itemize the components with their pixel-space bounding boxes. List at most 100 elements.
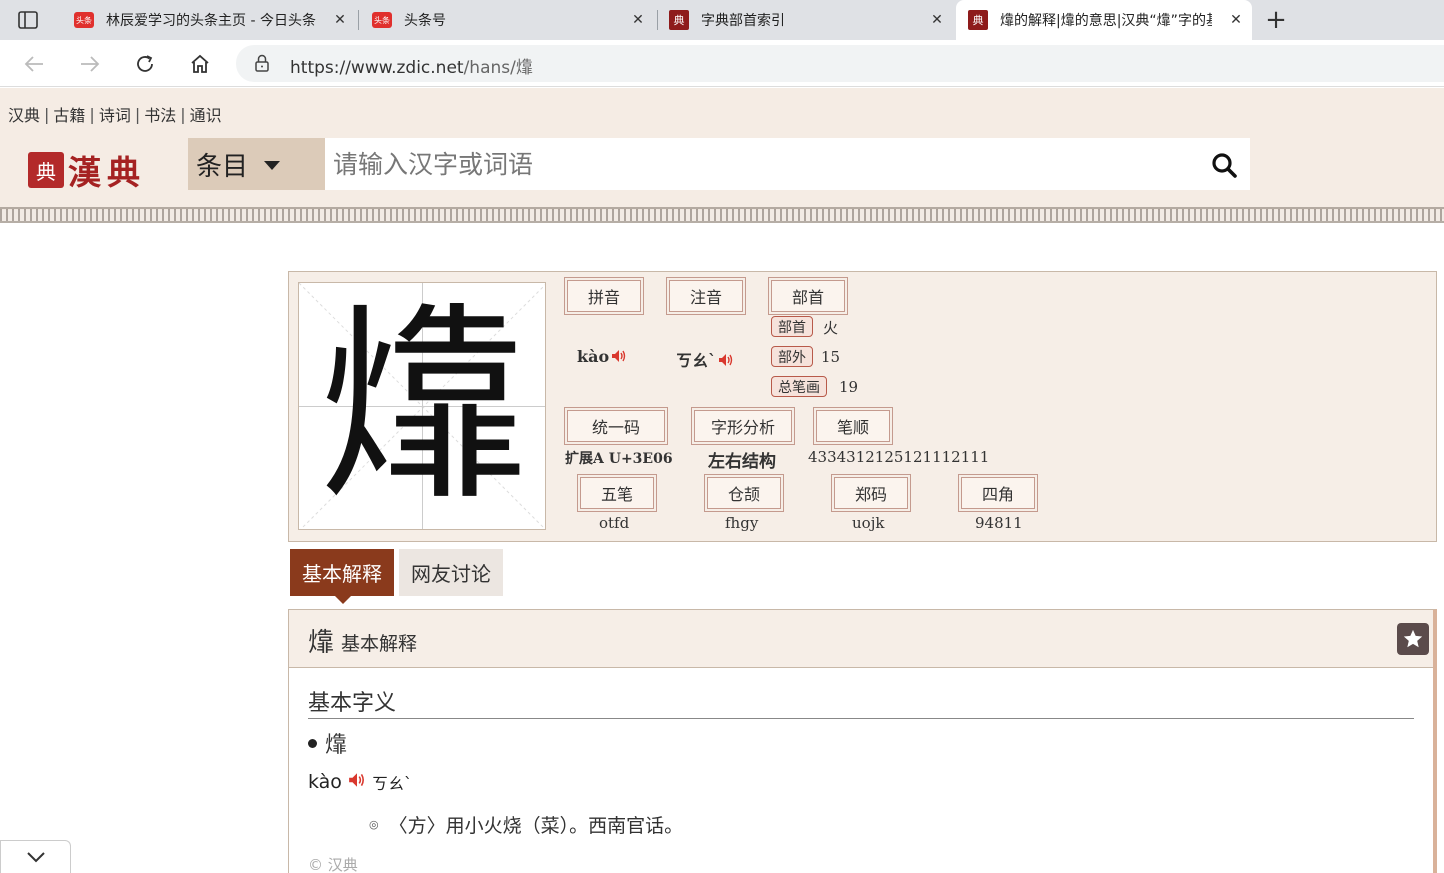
tab-title: 㸆的解释|㸆的意思|汉典“㸆”字的基本解释: [1000, 13, 1212, 29]
speaker-icon[interactable]: [718, 352, 734, 371]
star-icon: [1403, 629, 1423, 648]
copyright-text: © 汉典: [308, 856, 358, 873]
nav-link-guji[interactable]: 古籍: [53, 102, 85, 126]
browser-tab-2[interactable]: 头条 头条号 ✕: [358, 0, 654, 40]
section-divider: [308, 718, 1414, 719]
nav-link-tongshi[interactable]: 通识: [190, 102, 222, 126]
tab-close-icon[interactable]: ✕: [1228, 12, 1244, 28]
strokes-total-value: 19: [839, 378, 859, 396]
label-pinyin: 拼音: [565, 278, 643, 314]
search-icon: [1212, 153, 1237, 178]
label-radical: 部首: [769, 278, 847, 314]
zhuyin-text: ㄎㄠˋ: [676, 351, 717, 370]
radical-tag: 部首: [771, 316, 813, 337]
logo-text: 漢典: [68, 153, 146, 192]
character-display-box: 㸆: [298, 282, 546, 530]
search-type-label: 条目: [196, 151, 249, 182]
wubi-value: otfd: [599, 514, 630, 532]
url-host: https://www.zdic.net: [290, 58, 464, 78]
tab-close-icon[interactable]: ✕: [332, 12, 348, 28]
url-path: /hans/㸆: [463, 58, 533, 78]
site-logo[interactable]: 典 漢典: [28, 146, 146, 194]
meaning-text: 〈方〉用小火烧（菜）。西南官话。: [388, 815, 684, 837]
tab-title: 字典部首索引: [701, 13, 785, 29]
url-bar[interactable]: https://www.zdic.net/hans/㸆: [236, 45, 1444, 82]
label-cangjie: 仓颉: [705, 475, 783, 511]
definition-header: 㸆 基本解释: [289, 610, 1433, 668]
zhengma-value: uojk: [852, 514, 885, 532]
reload-button[interactable]: [131, 50, 159, 78]
forward-button[interactable]: [76, 50, 104, 78]
decorative-border: [0, 207, 1444, 223]
search-input[interactable]: [325, 138, 1250, 190]
caret-down-icon: [264, 161, 281, 170]
nav-link-shufa[interactable]: 书法: [144, 102, 176, 126]
browser-tab-1[interactable]: 头条 林辰爱学习的头条主页 - 今日头条 ✕: [60, 0, 356, 40]
label-sijiao: 四角: [959, 475, 1037, 511]
unicode-value: 扩展A U+3E06: [565, 451, 673, 467]
toutiao-favicon-icon: 头条: [74, 12, 94, 28]
tab-title: 林辰爱学习的头条主页 - 今日头条: [106, 13, 316, 29]
logo-seal-icon: 典: [28, 152, 64, 188]
definition-panel: 㸆 基本解释 基本字义 㸆 kào ㄎㄠˋ ◎ 〈方〉用小火烧（菜）。西南官话。…: [288, 609, 1437, 873]
top-nav-links: 汉典 | 古籍 | 诗词 | 书法 | 通识: [8, 102, 222, 126]
definition-header-char: 㸆: [308, 628, 335, 658]
section-title: 基本字义: [308, 691, 397, 716]
url-text: https://www.zdic.net/hans/㸆: [290, 53, 533, 78]
strokes-outside-value: 15: [821, 348, 841, 366]
search-button[interactable]: [1205, 146, 1243, 184]
entry-pinyin: kào: [308, 771, 342, 793]
radical-value: 火: [823, 319, 839, 337]
site-header: 汉典 | 古籍 | 诗词 | 书法 | 通识 典 漢典 条目: [0, 88, 1444, 210]
character-info-card: 㸆 拼音 注音 部首 kào ㄎㄠˋ 部首 火 部外 15 总笔画 19 统一码…: [288, 271, 1437, 542]
nav-link-handian[interactable]: 汉典: [8, 102, 40, 126]
character-glyph: 㸆: [317, 284, 528, 529]
toutiao-favicon-icon: 头条: [372, 12, 392, 28]
collapse-panel-button[interactable]: [0, 840, 71, 873]
tab-close-icon[interactable]: ✕: [630, 12, 646, 28]
label-zhuyin: 注音: [667, 278, 745, 314]
nav-link-shici[interactable]: 诗词: [99, 102, 131, 126]
tab-actions-icon[interactable]: [14, 8, 42, 32]
reload-icon: [137, 55, 153, 72]
home-icon: [191, 54, 209, 73]
browser-tab-4-active[interactable]: 典 㸆的解释|㸆的意思|汉典“㸆”字的基本解释 ✕: [956, 0, 1252, 40]
tab-discussion[interactable]: 网友讨论: [399, 549, 503, 596]
sijiao-value: 94811: [975, 514, 1023, 532]
back-arrow-icon: [24, 56, 43, 72]
favorite-button[interactable]: [1397, 623, 1429, 655]
zdic-favicon-icon: 典: [968, 10, 988, 30]
bullet-icon: [308, 738, 317, 748]
pinyin-value: kào: [577, 347, 627, 367]
label-unicode: 统一码: [565, 408, 667, 444]
tab-pointer: [335, 596, 351, 604]
chevron-down-icon: [26, 852, 45, 863]
zdic-favicon-icon: 典: [669, 10, 689, 30]
zhuyin-value: ㄎㄠˋ: [676, 347, 734, 371]
structure-value: 左右结构: [708, 452, 776, 472]
entry-char: 㸆: [325, 733, 348, 758]
home-button[interactable]: [186, 50, 214, 78]
lock-icon[interactable]: [254, 54, 270, 76]
search-type-dropdown[interactable]: 条目: [188, 138, 325, 190]
tab-basic-explanation[interactable]: 基本解释: [290, 549, 394, 604]
stroke-order-value: 4334312125121112111: [808, 448, 990, 466]
speaker-icon[interactable]: [611, 348, 627, 367]
speaker-icon[interactable]: [348, 771, 366, 793]
back-button[interactable]: [20, 50, 48, 78]
browser-tab-bar: 头条 林辰爱学习的头条主页 - 今日头条 ✕ 头条 头条号 ✕ 典 字典部首索引…: [0, 0, 1444, 40]
entry-heading: 㸆: [308, 727, 347, 759]
definition-header-title: 基本解释: [341, 633, 418, 655]
pinyin-text: kào: [577, 347, 610, 366]
strokes-total-tag: 总笔画: [771, 376, 827, 397]
new-tab-button[interactable]: +: [1262, 5, 1290, 35]
tab-close-icon[interactable]: ✕: [929, 12, 945, 28]
tab-title: 头条号: [404, 13, 446, 29]
label-wubi: 五笔: [578, 475, 656, 511]
cangjie-value: fhgy: [725, 514, 759, 532]
browser-tab-3[interactable]: 典 字典部首索引 ✕: [657, 0, 953, 40]
meaning-item: ◎ 〈方〉用小火烧（菜）。西南官话。: [369, 811, 683, 838]
tab-discussion-label: 网友讨论: [411, 562, 491, 586]
tab-basic-label: 基本解释: [302, 562, 382, 586]
label-zhengma: 郑码: [832, 475, 910, 511]
